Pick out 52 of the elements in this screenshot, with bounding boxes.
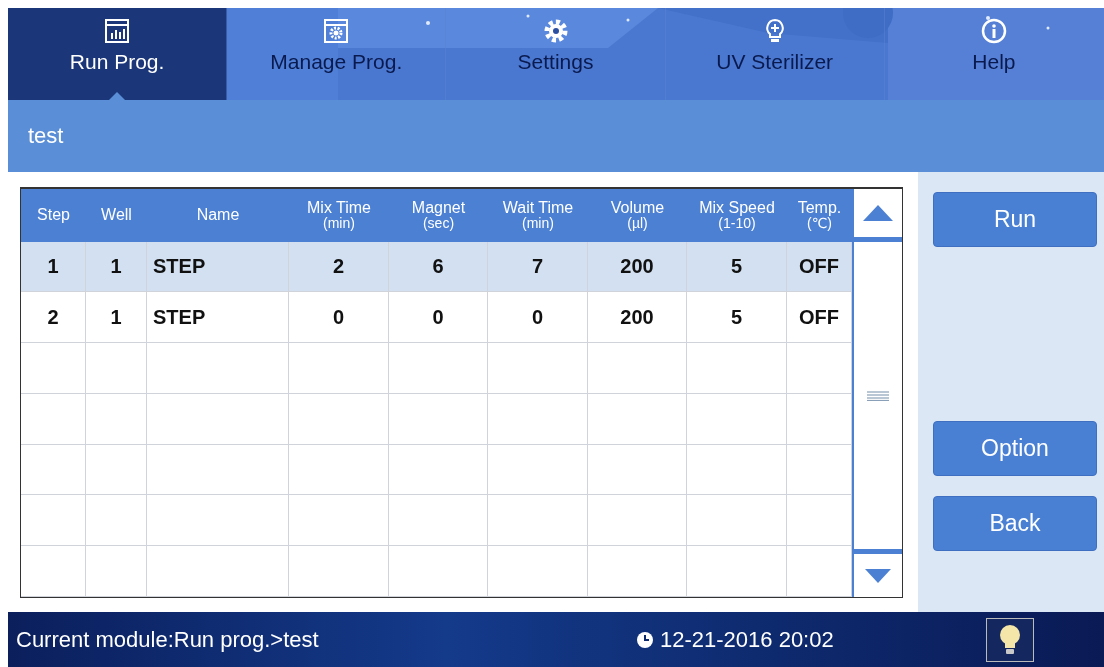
- table-cell: 1: [47, 255, 59, 279]
- date-time: 12-21-2016 20:02: [660, 626, 834, 653]
- table-cell: 2: [332, 255, 345, 279]
- column-label: Magnet: [411, 199, 466, 217]
- action-button[interactable]: Back: [933, 496, 1097, 551]
- chart-icon: [104, 18, 131, 44]
- column-unit: (sec): [422, 216, 455, 232]
- program-title: test: [28, 123, 64, 149]
- table-cell: 5: [730, 305, 743, 329]
- column-label: Temp.: [797, 199, 842, 217]
- info-icon: [980, 18, 1007, 44]
- column-label: Wait Time: [502, 199, 574, 217]
- column-unit: (min): [323, 216, 355, 232]
- table-cell: 0: [332, 305, 345, 329]
- column-label: Step: [37, 206, 70, 224]
- table-cell: 0: [432, 305, 444, 329]
- table-cell: 0: [531, 305, 544, 329]
- column-label: Mix Speed: [699, 199, 775, 217]
- table-cell: 200: [620, 305, 654, 329]
- table-cell: STEP: [153, 255, 206, 279]
- table-cell: 7: [531, 255, 544, 279]
- action-button[interactable]: Option: [933, 421, 1097, 476]
- clock-icon: [636, 630, 654, 649]
- module-path: Current module:Run prog.>test: [16, 626, 320, 653]
- up-arrow-icon: [863, 205, 893, 221]
- column-label: Well: [101, 206, 132, 224]
- scroll-grip-icon[interactable]: [867, 390, 889, 401]
- table-cell: STEP: [153, 305, 206, 329]
- table-cell: OFF: [799, 305, 839, 329]
- table-cell: 1: [110, 305, 122, 329]
- column-label: Name: [196, 206, 240, 224]
- action-button[interactable]: Run: [933, 192, 1097, 247]
- gear-icon: [542, 18, 569, 44]
- light-button[interactable]: [986, 617, 1034, 662]
- column-unit: (µl): [627, 216, 648, 232]
- table-cell: 200: [620, 255, 654, 279]
- table-cell: 2: [47, 305, 59, 329]
- column-label: Mix Time: [307, 199, 371, 217]
- table-cell: 6: [432, 255, 444, 279]
- column-unit: (min): [522, 216, 554, 232]
- column-unit: (1-10): [718, 216, 756, 232]
- table-cell: 1: [110, 255, 122, 279]
- table-row[interactable]: 1 1 STEP 2 6 7 200 5 OFF: [21, 241, 852, 293]
- column-unit: (℃): [806, 216, 832, 232]
- nav-tab[interactable]: Run Prog.: [8, 8, 228, 100]
- gear-window-icon: [323, 18, 350, 44]
- table-cell: OFF: [799, 255, 839, 279]
- table-cell: 5: [730, 255, 743, 279]
- table-row[interactable]: 2 1 STEP 0 0 0 200 5 OFF: [21, 292, 852, 344]
- light-bulb-icon: [999, 623, 1021, 656]
- column-label: Volume: [610, 199, 665, 217]
- down-arrow-icon: [865, 568, 891, 583]
